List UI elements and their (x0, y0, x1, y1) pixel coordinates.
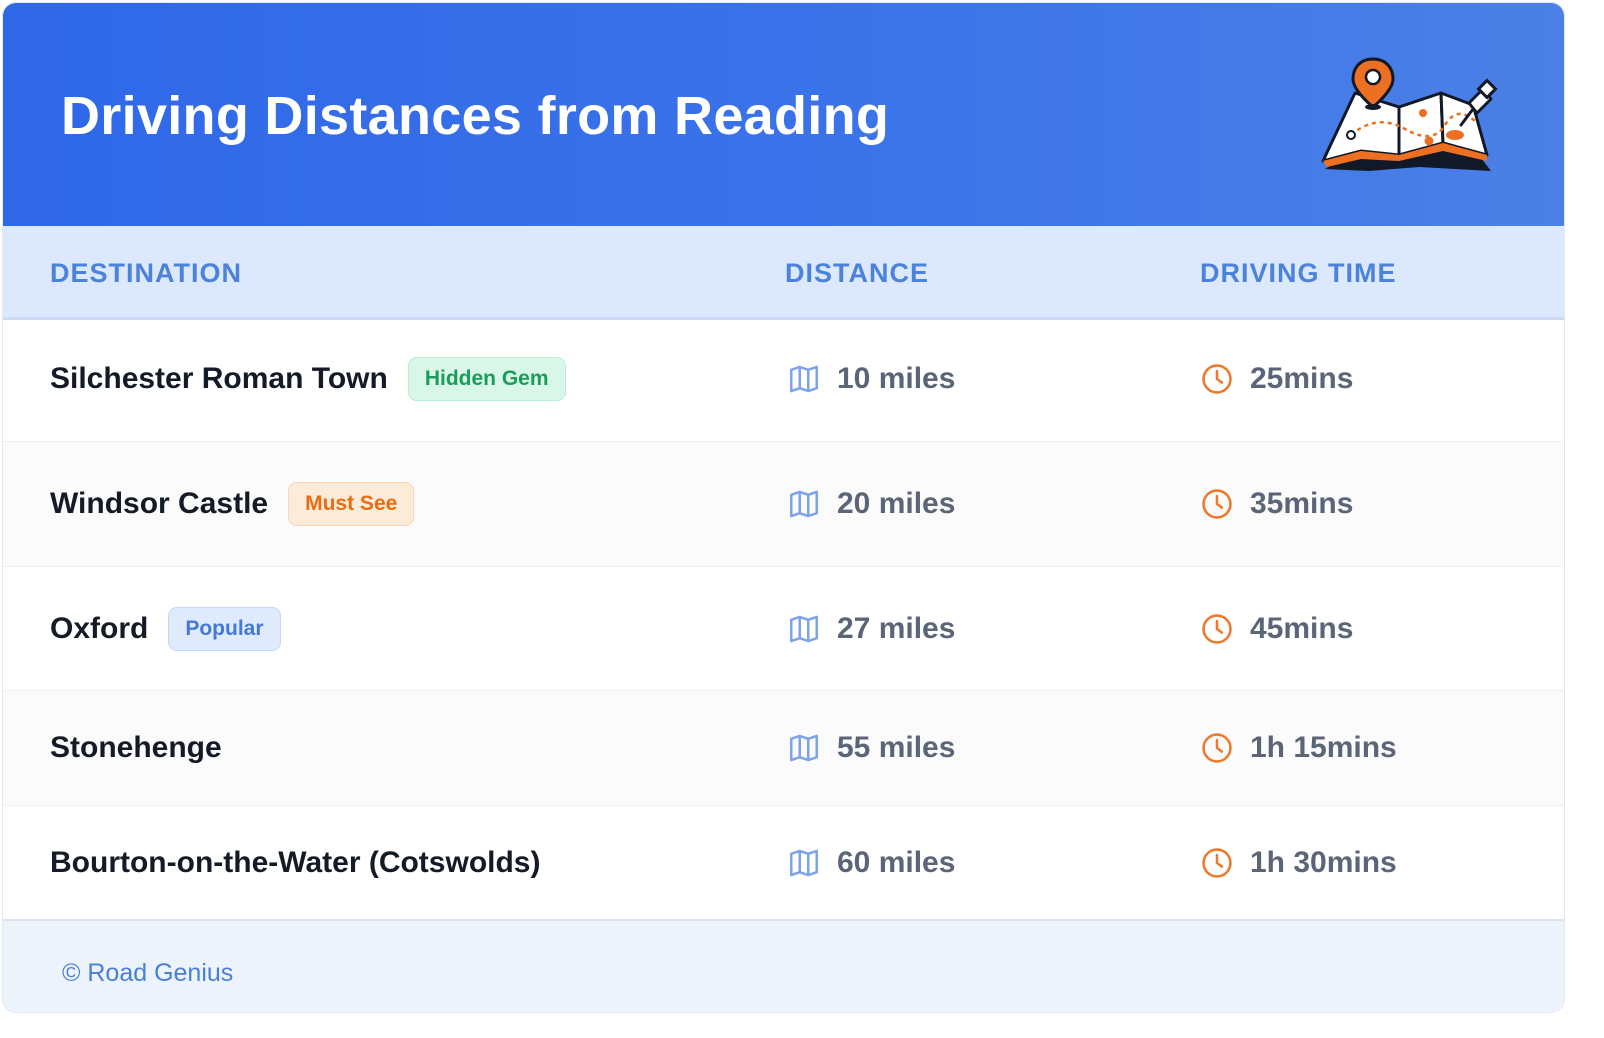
table-row[interactable]: Silchester Roman Town Hidden Gem 10 mile… (3, 317, 1564, 442)
map-icon (789, 615, 819, 642)
map-icon (789, 365, 819, 393)
hidden-gem-badge: Hidden Gem (407, 357, 566, 401)
time-cell: 1h 30mins (1200, 846, 1397, 880)
time-value: 45mins (1250, 611, 1354, 645)
page-title: Driving Distances from Reading (61, 86, 890, 146)
map-icon (789, 490, 819, 518)
time-value: 1h 15mins (1250, 731, 1397, 764)
distance-value: 20 miles (837, 487, 956, 520)
table-row[interactable]: Oxford Popular 27 miles 45mins (3, 567, 1564, 691)
destination-cell: Stonehenge (50, 731, 222, 765)
distance-cell: 55 miles (787, 731, 955, 765)
destination-name: Stonehenge (50, 731, 222, 764)
distance-cell: 60 miles (787, 846, 955, 880)
time-cell: 25mins (1200, 362, 1353, 396)
popular-badge: Popular (168, 606, 281, 651)
destination-cell: Windsor Castle Must See (50, 482, 415, 526)
time-value: 25mins (1250, 362, 1354, 395)
distance-value: 55 miles (837, 731, 956, 764)
clock-icon (1202, 613, 1232, 644)
destination-name: Windsor Castle (50, 487, 269, 520)
clock-icon (1202, 847, 1232, 878)
table-row[interactable]: Bourton-on-the-Water (Cotswolds) 60 mile… (3, 806, 1564, 919)
clock-icon (1202, 733, 1232, 763)
road-genius-credit[interactable]: © Road Genius (62, 959, 233, 988)
card-footer: © Road Genius (3, 919, 1564, 1012)
distance-cell: 10 miles (787, 362, 955, 396)
map-icon (789, 849, 819, 876)
map-pin-illustration (1321, 57, 1498, 171)
time-value: 1h 30mins (1250, 845, 1397, 879)
distance-card: Driving Distances from Reading DESTINATI… (2, 2, 1565, 1013)
time-cell: 45mins (1200, 612, 1353, 646)
destination-cell: Silchester Roman Town Hidden Gem (50, 357, 566, 401)
must-see-badge: Must See (288, 482, 415, 526)
table-row[interactable]: Windsor Castle Must See 20 miles 35mins (3, 442, 1564, 567)
column-header-driving-time[interactable]: DRIVING TIME (1200, 258, 1397, 289)
table-header: DESTINATION DISTANCE DRIVING TIME (3, 226, 1564, 320)
clock-icon (1202, 364, 1232, 394)
distance-value: 60 miles (837, 845, 956, 879)
clock-icon (1202, 489, 1232, 519)
table-row[interactable]: Stonehenge 55 miles 1h 15mins (3, 691, 1564, 806)
destination-cell: Oxford Popular (50, 606, 281, 651)
distance-cell: 27 miles (787, 612, 955, 646)
distance-cell: 20 miles (787, 487, 955, 521)
map-icon (789, 734, 819, 762)
card-header: Driving Distances from Reading (3, 3, 1564, 226)
destination-name: Silchester Roman Town (50, 362, 388, 395)
time-value: 35mins (1250, 487, 1354, 520)
destination-cell: Bourton-on-the-Water (Cotswolds) (50, 846, 540, 880)
distance-value: 10 miles (837, 362, 956, 395)
column-header-distance[interactable]: DISTANCE (785, 258, 929, 289)
destination-name: Oxford (50, 611, 149, 645)
column-header-destination[interactable]: DESTINATION (50, 258, 242, 289)
time-cell: 1h 15mins (1200, 731, 1397, 765)
time-cell: 35mins (1200, 487, 1353, 521)
distance-value: 27 miles (837, 611, 956, 645)
destination-name: Bourton-on-the-Water (Cotswolds) (50, 845, 541, 879)
